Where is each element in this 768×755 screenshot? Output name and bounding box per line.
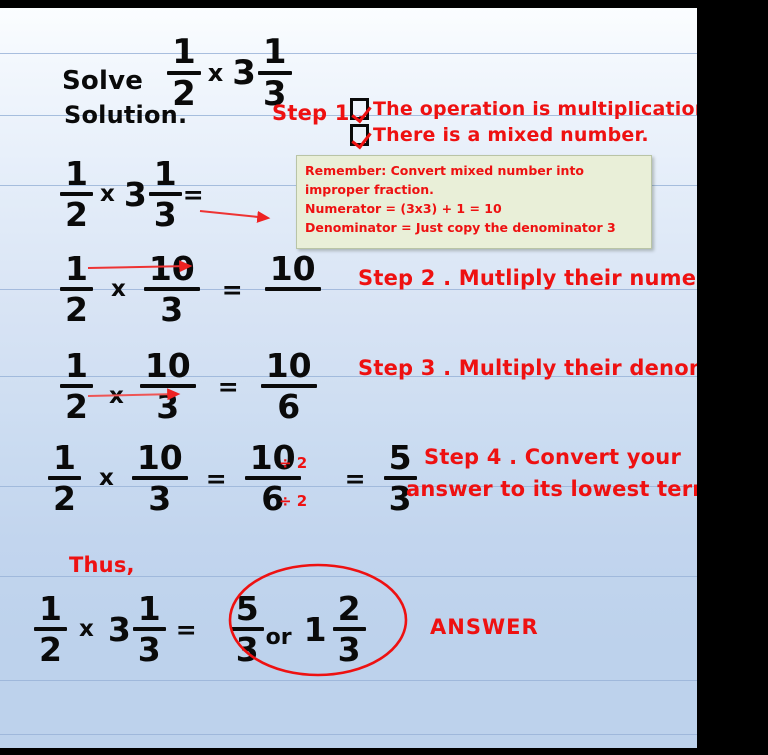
multiplication-operator: x <box>78 616 94 642</box>
fraction-one-half: 1 2 <box>60 251 93 327</box>
fraction-numerator: 10 <box>148 249 195 288</box>
checkbox-checked-icon[interactable] <box>350 98 369 120</box>
checklist-label: There is a mixed number. <box>373 124 649 146</box>
rule-line <box>0 680 697 681</box>
fraction-one-half: 1 2 <box>48 440 81 516</box>
fraction-numerator: 10 <box>265 346 312 385</box>
equation-line-2: 1 2 x 10 3 = 10 <box>60 251 321 327</box>
fraction-denominator: 3 <box>137 630 161 669</box>
equation-line-4: 1 2 x 10 3 = 10 6 = 5 3 <box>48 440 417 516</box>
step4-label-line1: Step 4 . Convert your <box>424 445 682 469</box>
answer-mixed-fraction: 2 3 <box>332 589 366 669</box>
or-connector: or <box>265 624 292 650</box>
remember-line: improper fraction. <box>305 182 434 197</box>
remember-line: Denominator = Just copy the denominator … <box>305 220 616 235</box>
checklist-row[interactable]: There is a mixed number. <box>350 122 697 148</box>
fraction-denominator: 2 <box>53 479 76 518</box>
fraction-denominator: 2 <box>65 387 88 426</box>
fraction-denominator: 3 <box>235 630 259 669</box>
multiplication-operator: x <box>110 276 126 302</box>
step3-label: Step 3 . Multiply their denominators. <box>358 356 697 380</box>
fraction-denominator: 3 <box>153 195 177 234</box>
fraction-numerator: 2 <box>337 589 361 628</box>
fraction-denominator: 3 <box>337 630 361 669</box>
answer-whole-part: 1 <box>303 609 327 649</box>
fraction-numerator: 10 <box>144 346 191 385</box>
multiplication-operator: x <box>98 465 114 491</box>
remember-line: Remember: Convert mixed number into <box>305 163 585 178</box>
divide-numerator-note: ÷ 2 <box>279 454 308 472</box>
checklist-label: The operation is multiplication. <box>373 98 697 120</box>
equals-operator: = <box>344 463 366 493</box>
fraction-numerator: 10 <box>269 249 316 288</box>
thus-label: Thus, <box>69 553 135 577</box>
fraction-denominator: 2 <box>39 630 62 669</box>
mixed-whole-part: 3 <box>232 53 256 93</box>
fraction-numerator: 10 <box>136 438 183 477</box>
fraction-numerator: 1 <box>262 32 287 72</box>
checkbox-checked-icon[interactable] <box>350 124 369 146</box>
remember-line: Numerator = (3x3) + 1 = 10 <box>305 201 502 216</box>
fraction-denominator: 3 <box>160 290 184 329</box>
equals-operator: = <box>175 614 197 644</box>
fraction-improper: 10 3 <box>139 346 196 426</box>
step2-label: Step 2 . Mutliply their numerators. <box>358 266 697 290</box>
step4-label-line2: answer to its lowest term. <box>406 477 697 501</box>
equals-operator: = <box>217 371 239 401</box>
mixed-whole-part: 3 <box>107 609 131 649</box>
fraction-improper: 10 3 <box>131 438 188 518</box>
fraction-numerator: 5 <box>388 438 412 477</box>
answer-label: ANSWER <box>430 615 539 639</box>
fraction-denominator: 6 <box>277 387 301 426</box>
multiplication-operator: x <box>108 383 124 409</box>
fraction-numerator: 1 <box>153 154 177 193</box>
fraction-numerator: 1 <box>172 32 196 72</box>
fraction-improper: 10 3 <box>143 249 200 329</box>
equals-operator: = <box>221 274 243 304</box>
final-answer-equation: 1 2 x 3 1 3 = 5 3 or 1 2 3 <box>34 591 366 667</box>
fraction-one-half: 1 2 <box>60 348 93 424</box>
mixed-whole-part: 3 <box>123 174 147 214</box>
fraction-denominator: 3 <box>148 479 172 518</box>
step1-checklist: The operation is multiplication. There i… <box>350 96 697 148</box>
remember-callout: Remember: Convert mixed number into impr… <box>296 155 652 249</box>
result-fraction: 10 6 <box>260 346 317 426</box>
fraction-numerator: 1 <box>65 346 88 385</box>
fraction-denominator: 2 <box>65 290 88 329</box>
fraction-numerator: 1 <box>53 438 76 477</box>
worksheet-slide: Solve 1 2 x 3 1 3 Solution. Step 1 . The… <box>0 8 697 748</box>
fraction-denominator: 3 <box>156 387 180 426</box>
equals-operator: = <box>205 463 227 493</box>
equals-operator: = <box>182 179 204 209</box>
equation-line-3: 1 2 x 10 3 = 10 6 <box>60 348 317 424</box>
solution-label: Solution. <box>64 101 188 129</box>
answer-improper-fraction: 5 3 <box>230 589 264 669</box>
fraction-numerator: 1 <box>39 589 62 628</box>
multiplication-operator: x <box>207 59 224 87</box>
rule-line <box>0 734 697 735</box>
fraction-one-half: 1 2 <box>60 156 93 232</box>
fraction-numerator: 1 <box>65 249 88 288</box>
equation-line-1: 1 2 x 3 1 3 = <box>60 156 211 232</box>
fraction-denominator: 2 <box>65 195 88 234</box>
fraction-numerator: 1 <box>65 154 88 193</box>
multiplication-operator: x <box>99 181 115 207</box>
partial-result-fraction: 10 <box>264 249 321 327</box>
divide-denominator-note: ÷ 2 <box>279 492 308 510</box>
fraction-one-half: 1 2 <box>34 591 67 667</box>
fraction-numerator: 5 <box>235 589 259 628</box>
solve-label: Solve <box>62 66 144 96</box>
fraction-numerator: 1 <box>137 589 161 628</box>
checklist-row[interactable]: The operation is multiplication. <box>350 96 697 122</box>
mixed-fraction: 1 3 <box>132 589 166 669</box>
mixed-fraction: 1 3 <box>148 154 182 234</box>
